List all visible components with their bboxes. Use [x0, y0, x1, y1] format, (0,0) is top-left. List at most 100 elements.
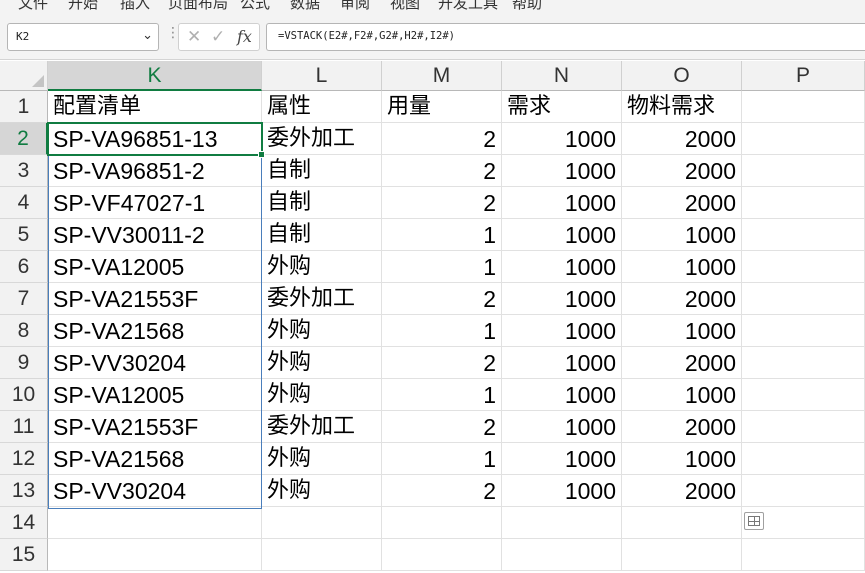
ribbon-tab[interactable]: 页面布局	[168, 0, 228, 13]
cell-o9[interactable]: 2000	[622, 347, 742, 379]
row-header-5[interactable]: 5	[0, 219, 48, 251]
ribbon-tab[interactable]: 开发工具	[438, 0, 498, 13]
cell-k1[interactable]: 配置清单	[48, 91, 262, 123]
row-header-7[interactable]: 7	[0, 283, 48, 315]
row-header-10[interactable]: 10	[0, 379, 48, 411]
chevron-down-icon[interactable]: ⌄	[142, 28, 153, 43]
cell-l3[interactable]: 自制	[262, 155, 382, 187]
check-icon[interactable]: ✓	[211, 27, 225, 47]
ribbon-tab[interactable]: 数据	[290, 0, 320, 13]
cell-o2[interactable]: 2000	[622, 123, 742, 155]
formula-input[interactable]: =VSTACK(E2#,F2#,G2#,H2#,I2#)	[266, 23, 865, 51]
cell-l13[interactable]: 外购	[262, 475, 382, 507]
cell-k12[interactable]: SP-VA21568	[48, 443, 262, 475]
cell-o6[interactable]: 1000	[622, 251, 742, 283]
cell-p9[interactable]	[742, 347, 865, 379]
cell-k11[interactable]: SP-VA21553F	[48, 411, 262, 443]
cell-n4[interactable]: 1000	[502, 187, 622, 219]
cell-m14[interactable]	[382, 507, 502, 539]
column-header-m[interactable]: M	[382, 61, 502, 91]
cell-l14[interactable]	[262, 507, 382, 539]
cell-k8[interactable]: SP-VA21568	[48, 315, 262, 347]
cell-m4[interactable]: 2	[382, 187, 502, 219]
cell-o3[interactable]: 2000	[622, 155, 742, 187]
ribbon-tab[interactable]: 审阅	[340, 0, 370, 13]
cell-k10[interactable]: SP-VA12005	[48, 379, 262, 411]
cell-l12[interactable]: 外购	[262, 443, 382, 475]
row-header-3[interactable]: 3	[0, 155, 48, 187]
ribbon-tab[interactable]: 帮助	[512, 0, 542, 13]
column-header-o[interactable]: O	[622, 61, 742, 91]
row-header-13[interactable]: 13	[0, 475, 48, 507]
cell-m1[interactable]: 用量	[382, 91, 502, 123]
row-header-9[interactable]: 9	[0, 347, 48, 379]
cell-p5[interactable]	[742, 219, 865, 251]
row-header-8[interactable]: 8	[0, 315, 48, 347]
name-box[interactable]: K2 ⌄	[7, 23, 159, 51]
ribbon-tab[interactable]: 文件	[18, 0, 48, 13]
cell-n12[interactable]: 1000	[502, 443, 622, 475]
cell-o5[interactable]: 1000	[622, 219, 742, 251]
cell-o8[interactable]: 1000	[622, 315, 742, 347]
cell-p2[interactable]	[742, 123, 865, 155]
cell-o1[interactable]: 物料需求	[622, 91, 742, 123]
cell-n10[interactable]: 1000	[502, 379, 622, 411]
cell-m13[interactable]: 2	[382, 475, 502, 507]
column-header-l[interactable]: L	[262, 61, 382, 91]
cell-m12[interactable]: 1	[382, 443, 502, 475]
cell-p13[interactable]	[742, 475, 865, 507]
column-header-p[interactable]: P	[742, 61, 865, 91]
ribbon-tab[interactable]: 视图	[390, 0, 420, 13]
cell-o4[interactable]: 2000	[622, 187, 742, 219]
cell-n9[interactable]: 1000	[502, 347, 622, 379]
cell-k4[interactable]: SP-VF47027-1	[48, 187, 262, 219]
cell-n14[interactable]	[502, 507, 622, 539]
cell-p11[interactable]	[742, 411, 865, 443]
cell-m8[interactable]: 1	[382, 315, 502, 347]
cell-n15[interactable]	[502, 539, 622, 571]
cell-l11[interactable]: 委外加工	[262, 411, 382, 443]
cell-o14[interactable]	[622, 507, 742, 539]
cell-m11[interactable]: 2	[382, 411, 502, 443]
cell-k14[interactable]	[48, 507, 262, 539]
cell-n8[interactable]: 1000	[502, 315, 622, 347]
ribbon-tab[interactable]: 公式	[240, 0, 270, 13]
cell-n13[interactable]: 1000	[502, 475, 622, 507]
cell-o12[interactable]: 1000	[622, 443, 742, 475]
cell-l6[interactable]: 外购	[262, 251, 382, 283]
row-header-15[interactable]: 15	[0, 539, 48, 571]
quick-analysis-icon[interactable]	[744, 512, 764, 530]
select-all-button[interactable]	[0, 61, 48, 91]
cell-l5[interactable]: 自制	[262, 219, 382, 251]
cell-m2[interactable]: 2	[382, 123, 502, 155]
cell-l4[interactable]: 自制	[262, 187, 382, 219]
cell-o11[interactable]: 2000	[622, 411, 742, 443]
cell-o15[interactable]	[622, 539, 742, 571]
row-header-2[interactable]: 2	[0, 123, 48, 155]
cell-m15[interactable]	[382, 539, 502, 571]
row-header-14[interactable]: 14	[0, 507, 48, 539]
fx-icon[interactable]: fx	[237, 27, 252, 46]
cell-k7[interactable]: SP-VA21553F	[48, 283, 262, 315]
cell-m9[interactable]: 2	[382, 347, 502, 379]
cell-k9[interactable]: SP-VV30204	[48, 347, 262, 379]
row-header-12[interactable]: 12	[0, 443, 48, 475]
ribbon-tab[interactable]: 开始	[68, 0, 98, 13]
cell-l15[interactable]	[262, 539, 382, 571]
cell-k13[interactable]: SP-VV30204	[48, 475, 262, 507]
cell-k6[interactable]: SP-VA12005	[48, 251, 262, 283]
cell-o7[interactable]: 2000	[622, 283, 742, 315]
cell-m6[interactable]: 1	[382, 251, 502, 283]
cell-l10[interactable]: 外购	[262, 379, 382, 411]
cell-k15[interactable]	[48, 539, 262, 571]
cell-p15[interactable]	[742, 539, 865, 571]
cell-p6[interactable]	[742, 251, 865, 283]
cell-m7[interactable]: 2	[382, 283, 502, 315]
cell-n5[interactable]: 1000	[502, 219, 622, 251]
column-header-k[interactable]: K	[48, 61, 262, 91]
cell-p10[interactable]	[742, 379, 865, 411]
cell-n3[interactable]: 1000	[502, 155, 622, 187]
cell-l1[interactable]: 属性	[262, 91, 382, 123]
cell-n11[interactable]: 1000	[502, 411, 622, 443]
cell-k3[interactable]: SP-VA96851-2	[48, 155, 262, 187]
